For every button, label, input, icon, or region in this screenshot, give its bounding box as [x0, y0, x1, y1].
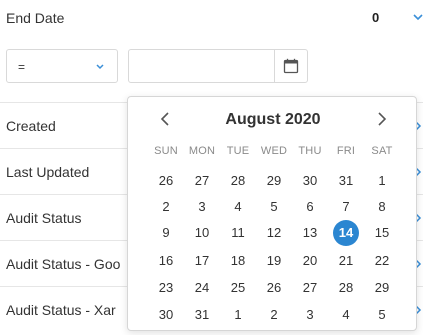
calendar-day[interactable]: 19	[256, 249, 292, 273]
calendar-day[interactable]: 13	[292, 221, 328, 245]
calendar-day[interactable]: 28	[220, 169, 256, 193]
calendar-day[interactable]: 26	[256, 276, 292, 300]
calendar-week: 9 10 11 12 13 14 15	[148, 220, 400, 246]
filter-row-label: Audit Status - Goo	[6, 256, 121, 272]
calendar-day[interactable]: 22	[364, 249, 400, 273]
calendar-button[interactable]	[274, 50, 307, 82]
weekday-label: TUE	[226, 145, 250, 157]
calendar-day[interactable]: 30	[292, 169, 328, 193]
filter-title: End Date	[6, 10, 65, 26]
calendar-day[interactable]: 5	[256, 195, 292, 219]
calendar-day[interactable]: 17	[184, 249, 220, 273]
date-picker-popover: August 2020 SUN MON TUE WED THU FRI SAT …	[127, 96, 417, 331]
calendar-day[interactable]: 18	[220, 249, 256, 273]
chevron-right-icon[interactable]	[373, 111, 389, 127]
calendar-week: 2 3 4 5 6 7 8	[148, 195, 400, 219]
calendar-day[interactable]: 1	[364, 169, 400, 193]
calendar-day-selected[interactable]: 14	[328, 220, 364, 246]
weekday-label: WED	[260, 145, 288, 157]
date-input[interactable]	[128, 49, 308, 83]
calendar-day[interactable]: 27	[184, 169, 220, 193]
calendar-day[interactable]: 11	[220, 221, 256, 245]
weekday-label: THU	[298, 145, 322, 157]
calendar-day[interactable]: 10	[184, 221, 220, 245]
weekday-label: SUN	[154, 145, 178, 157]
calendar-day[interactable]: 4	[328, 303, 364, 327]
selected-day-label: 14	[338, 225, 354, 240]
calendar-day[interactable]: 29	[256, 169, 292, 193]
weekday-header: SUN MON TUE WED THU FRI SAT	[148, 145, 400, 157]
weekday-label: MON	[188, 145, 216, 157]
calendar-week: 16 17 18 19 20 21 22	[148, 249, 400, 273]
operator-value: =	[18, 60, 26, 74]
calendar-day[interactable]: 1	[220, 303, 256, 327]
chevron-down-icon	[96, 64, 104, 70]
calendar-day[interactable]: 24	[184, 276, 220, 300]
calendar-day[interactable]: 31	[184, 303, 220, 327]
calendar-day[interactable]: 12	[256, 221, 292, 245]
calendar-day[interactable]: 20	[292, 249, 328, 273]
calendar-week: 23 24 25 26 27 28 29	[148, 276, 400, 300]
calendar-day[interactable]: 5	[364, 303, 400, 327]
calendar-day[interactable]: 3	[292, 303, 328, 327]
calendar-day[interactable]: 4	[220, 195, 256, 219]
weekday-label: SAT	[371, 145, 393, 157]
weekday-label: FRI	[336, 145, 356, 157]
calendar-day[interactable]: 7	[328, 195, 364, 219]
filter-row-label: Audit Status	[6, 210, 82, 226]
calendar-day[interactable]: 25	[220, 276, 256, 300]
calendar-day[interactable]: 9	[148, 221, 184, 245]
calendar-day[interactable]: 2	[148, 195, 184, 219]
calendar-day[interactable]: 8	[364, 195, 400, 219]
calendar-day[interactable]: 15	[364, 221, 400, 245]
calendar-day[interactable]: 28	[328, 276, 364, 300]
filter-row-label: Created	[6, 118, 56, 134]
operator-select[interactable]: =	[6, 49, 118, 83]
calendar-day[interactable]: 30	[148, 303, 184, 327]
calendar-day[interactable]: 2	[256, 303, 292, 327]
chevron-down-icon[interactable]	[413, 10, 423, 24]
calendar-day[interactable]: 3	[184, 195, 220, 219]
calendar-icon	[283, 58, 299, 74]
calendar-day[interactable]: 23	[148, 276, 184, 300]
filter-count-badge: 0	[372, 10, 380, 25]
filter-row-label: Audit Status - Xar	[6, 302, 116, 318]
calendar-day[interactable]: 21	[328, 249, 364, 273]
calendar-day[interactable]: 16	[148, 249, 184, 273]
calendar-day[interactable]: 26	[148, 169, 184, 193]
calendar-week: 26 27 28 29 30 31 1	[148, 169, 400, 193]
end-date-filter-header[interactable]: End Date 0	[0, 0, 423, 36]
calendar-day[interactable]: 31	[328, 169, 364, 193]
calendar-week: 30 31 1 2 3 4 5	[148, 303, 400, 327]
calendar-day[interactable]: 6	[292, 195, 328, 219]
chevron-left-icon[interactable]	[158, 111, 174, 127]
calendar-day[interactable]: 27	[292, 276, 328, 300]
filter-row-label: Last Updated	[6, 164, 90, 180]
calendar-day[interactable]: 29	[364, 276, 400, 300]
